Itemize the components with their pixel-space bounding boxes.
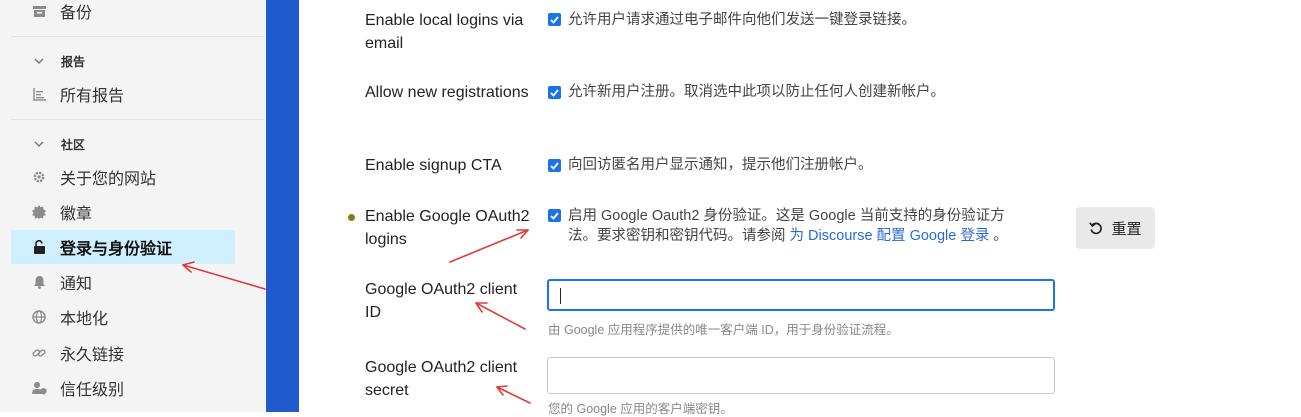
description-line1: 启用 Google Oauth2 身份验证。这是 Google 当前支持的身份验… [568, 208, 1005, 224]
sidebar-item-badges[interactable]: 徽章 [11, 195, 235, 229]
setting-description: 允许用户请求通过电子邮件向他们发送一键登录链接。 [568, 12, 916, 28]
sidebar-item-all-reports[interactable]: 所有报告 [11, 77, 235, 111]
setting-label-client-id: Google OAuth2 client ID [365, 281, 518, 321]
setting-label-new-registrations: Allow new registrations [365, 84, 529, 101]
sidebar-item-permalinks[interactable]: 永久链接 [11, 336, 235, 370]
sidebar-item-label: 徽章 [60, 206, 93, 223]
sidebar-section-title: 报告 [61, 54, 86, 69]
settings-panel: Enable local logins via email 允许用户请求通过电子… [299, 0, 1301, 416]
setting-description: 启用 Google Oauth2 身份验证。这是 Google 当前支持的身份验… [568, 206, 1058, 246]
sidebar-item-about-site[interactable]: 关于您的网站 [11, 160, 235, 194]
sidebar-item-label: 永久链接 [60, 347, 125, 364]
archive-icon [31, 3, 47, 19]
sidebar-item-trust-levels[interactable]: 信任级别 [11, 371, 235, 405]
setting-label-local-logins: Enable local logins via email [365, 12, 524, 52]
checkbox-google-oauth2[interactable] [548, 209, 561, 222]
client-secret-input[interactable] [547, 357, 1055, 394]
sidebar-section-reports[interactable]: 报告 [11, 50, 235, 72]
sidebar-item-label: 登录与身份验证 [60, 241, 173, 258]
sidebar-item-label: 备份 [60, 5, 93, 22]
sidebar-item-backup[interactable]: 备份 [11, 0, 235, 28]
bell-icon [31, 274, 47, 290]
gear-icon [31, 169, 47, 185]
reset-button[interactable]: 重置 [1076, 207, 1155, 249]
setting-label-signup-cta: Enable signup CTA [365, 157, 502, 174]
sidebar-section-title: 社区 [61, 137, 86, 152]
admin-sidebar: 备份 报告 所有报告 社区 关于您的网站 徽章 登录与身份验证 通知 本地化 永… [0, 0, 266, 412]
client-id-input[interactable] [547, 279, 1055, 311]
reset-button-label: 重置 [1111, 220, 1142, 238]
setting-description: 允许新用户注册。取消选中此项以防止任何人创建新帐户。 [568, 84, 945, 100]
checkbox-signup-cta[interactable] [548, 159, 561, 172]
page-accent-stripe [266, 0, 299, 412]
setting-hint: 由 Google 应用程序提供的唯一客户端 ID，用于身份验证流程。 [548, 323, 899, 337]
setting-hint: 您的 Google 应用的客户端密钥。 [548, 402, 733, 416]
sidebar-item-label: 所有报告 [60, 88, 125, 105]
chevron-down-icon [31, 53, 47, 69]
sidebar-divider [11, 119, 264, 120]
sidebar-item-login-auth[interactable]: 登录与身份验证 [11, 230, 235, 264]
sidebar-item-label: 本地化 [60, 311, 109, 328]
description-suffix: 。 [993, 228, 1008, 244]
user-shield-icon [31, 380, 47, 396]
globe-icon [31, 309, 47, 325]
sidebar-item-notifications[interactable]: 通知 [11, 265, 235, 299]
overridden-indicator [348, 214, 355, 221]
sidebar-item-label: 信任级别 [60, 382, 125, 399]
sidebar-divider [11, 36, 264, 37]
description-line2: 法。要求密钥和密钥代码。请参阅 [568, 228, 786, 244]
badge-icon [31, 204, 47, 220]
checkbox-local-logins[interactable] [548, 13, 561, 26]
sidebar-item-label: 关于您的网站 [60, 171, 157, 188]
setting-description: 向回访匿名用户显示通知，提示他们注册帐户。 [568, 157, 873, 173]
checkbox-new-registrations[interactable] [548, 86, 561, 99]
sidebar-item-label: 通知 [60, 276, 93, 293]
setting-label-google-oauth2: Enable Google OAuth2 logins [365, 208, 530, 248]
unlock-icon [31, 239, 47, 255]
text-caret [560, 288, 561, 304]
discourse-google-guide-link[interactable]: 为 Discourse 配置 Google 登录 [790, 228, 990, 244]
setting-label-client-secret: Google OAuth2 client secret [365, 359, 518, 399]
sidebar-item-localization[interactable]: 本地化 [11, 300, 235, 334]
chevron-down-icon [31, 136, 47, 152]
link-icon [31, 345, 47, 361]
chart-list-icon [31, 86, 47, 102]
undo-icon [1089, 221, 1103, 235]
sidebar-section-community[interactable]: 社区 [11, 133, 235, 155]
